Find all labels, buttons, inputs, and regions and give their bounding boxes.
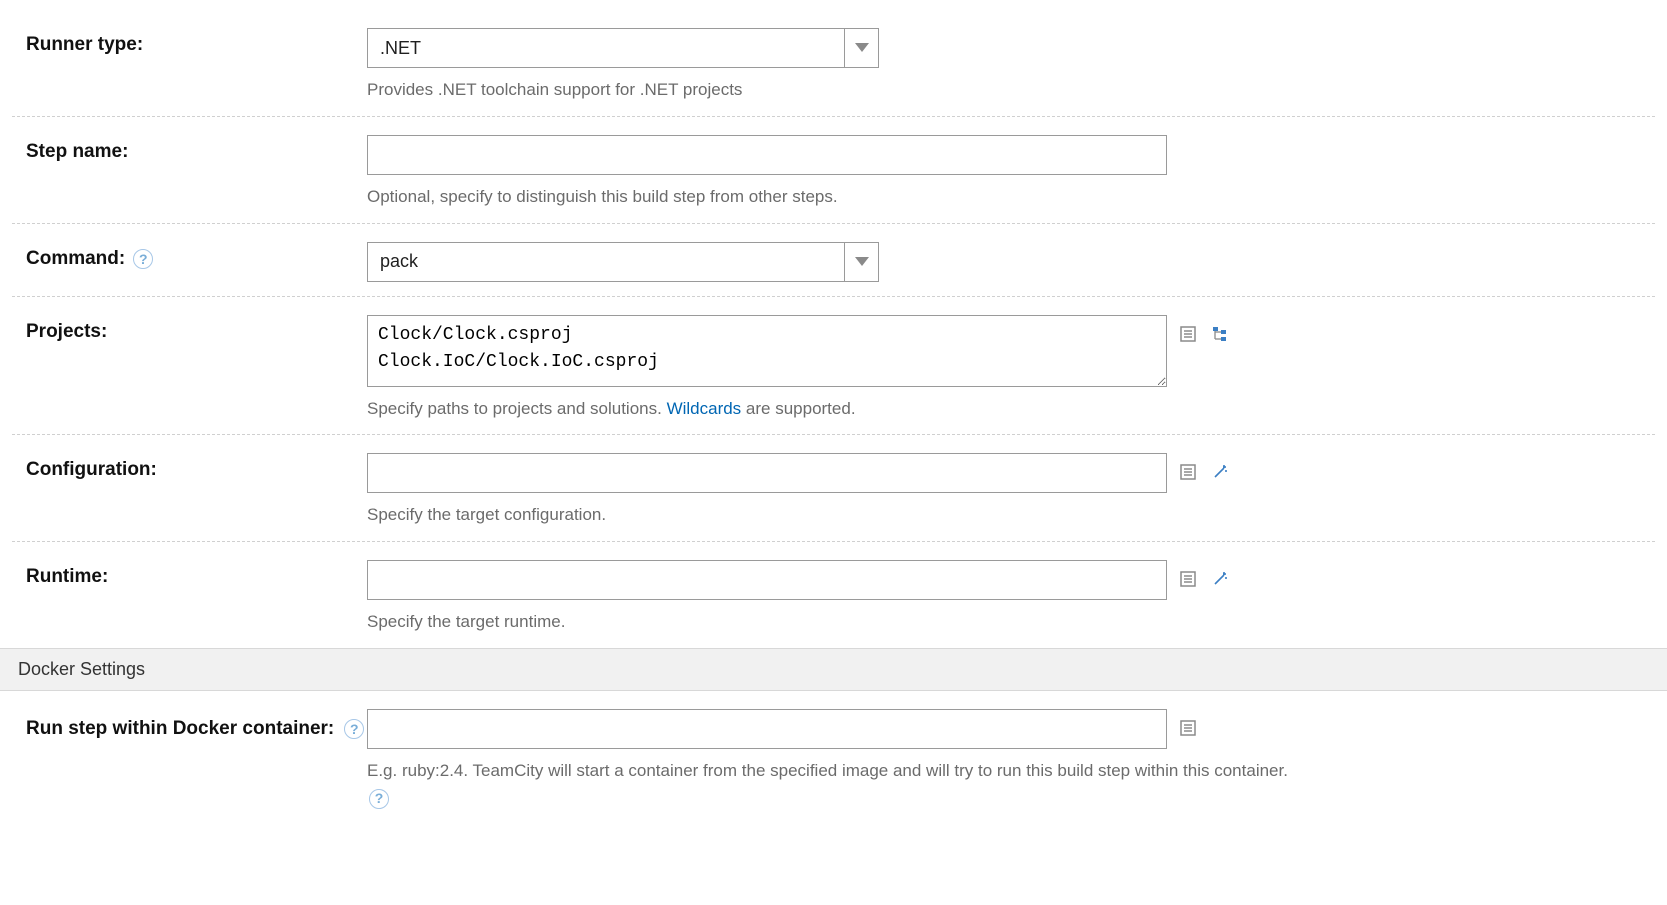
wand-icon[interactable] — [1209, 461, 1231, 483]
list-icon[interactable] — [1177, 461, 1199, 483]
docker-container-help: E.g. ruby:2.4. TeamCity will start a con… — [367, 759, 1643, 809]
runtime-label: Runtime: — [12, 560, 367, 588]
tree-icon[interactable] — [1209, 323, 1231, 345]
wand-icon[interactable] — [1209, 568, 1231, 590]
runner-type-help: Provides .NET toolchain support for .NET… — [367, 78, 1643, 102]
help-icon[interactable]: ? — [344, 719, 364, 739]
wildcards-link[interactable]: Wildcards — [667, 399, 742, 418]
list-icon[interactable] — [1177, 717, 1199, 739]
chevron-down-icon[interactable] — [844, 29, 878, 67]
help-icon[interactable]: ? — [133, 249, 153, 269]
configuration-help: Specify the target configuration. — [367, 503, 1643, 527]
step-name-label: Step name: — [12, 135, 367, 163]
list-icon[interactable] — [1177, 323, 1199, 345]
docker-settings-header: Docker Settings — [0, 648, 1667, 691]
command-value: pack — [368, 243, 844, 281]
runtime-help: Specify the target runtime. — [367, 610, 1643, 634]
runtime-input[interactable] — [367, 560, 1167, 600]
list-icon[interactable] — [1177, 568, 1199, 590]
runner-type-value: .NET — [368, 29, 844, 67]
docker-container-input[interactable] — [367, 709, 1167, 749]
projects-input[interactable] — [367, 315, 1167, 387]
chevron-down-icon[interactable] — [844, 243, 878, 281]
projects-help: Specify paths to projects and solutions.… — [367, 397, 1643, 421]
step-name-input[interactable] — [367, 135, 1167, 175]
runner-type-select[interactable]: .NET — [367, 28, 879, 68]
configuration-input[interactable] — [367, 453, 1167, 493]
runner-type-label: Runner type: — [12, 28, 367, 56]
command-label: Command: ? — [12, 242, 367, 270]
command-select[interactable]: pack — [367, 242, 879, 282]
configuration-label: Configuration: — [12, 453, 367, 481]
projects-label: Projects: — [12, 315, 367, 343]
step-name-help: Optional, specify to distinguish this bu… — [367, 185, 1643, 209]
docker-container-label: Run step within Docker container: ? — [12, 709, 367, 744]
help-icon[interactable]: ? — [369, 789, 389, 809]
